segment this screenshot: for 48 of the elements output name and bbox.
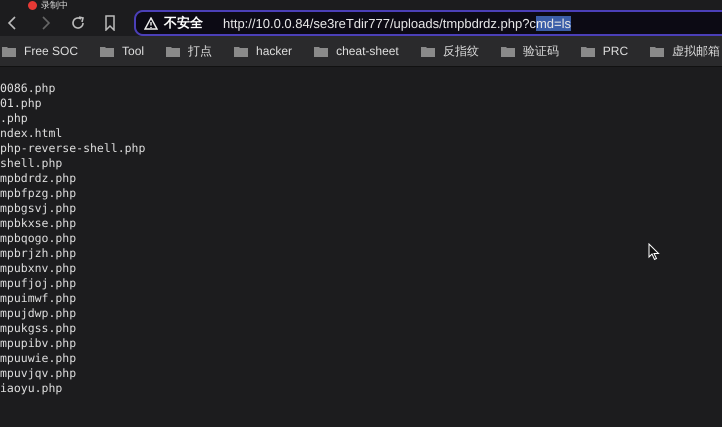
url-text: http://10.0.0.84/se3reTdir777/uploads/tmpbdrdz.php?cmd=ls: [223, 16, 571, 30]
bookmark-item[interactable]: 反指纹: [420, 42, 479, 60]
file-name: mpufjoj.php: [0, 276, 76, 291]
file-name: mpuvjqv.php: [0, 366, 76, 381]
bookmark-item[interactable]: Tool: [100, 44, 144, 58]
file-name: .php: [0, 111, 28, 126]
folder-icon: [650, 46, 664, 56]
file-name: mpbgsvj.php: [0, 201, 76, 216]
file-name: mpujdwp.php: [0, 306, 76, 321]
recording-label: 录制中: [41, 0, 68, 10]
file-name: mpuuwie.php: [0, 351, 76, 366]
folder-icon: [580, 46, 595, 56]
file-name: 0086.php: [0, 81, 56, 96]
file-name: mpbkxse.php: [0, 216, 76, 231]
file-name: shell.php: [0, 156, 62, 171]
bookmark-item[interactable]: Free SOC: [2, 44, 78, 58]
bookmark-item[interactable]: cheat-sheet: [314, 44, 399, 58]
file-name: mpbqogo.php: [0, 231, 76, 246]
folder-icon: [100, 46, 114, 56]
file-name: mpubxnv.php: [0, 261, 76, 276]
file-name: php-reverse-shell.php: [0, 141, 146, 156]
recording-dot-icon: [28, 1, 37, 10]
folder-icon: [420, 46, 435, 56]
bookmark-item[interactable]: hacker: [234, 44, 292, 58]
warning-icon: [144, 16, 158, 30]
reload-icon[interactable]: [70, 15, 86, 31]
file-name: mpbfpzg.php: [0, 186, 76, 201]
folder-icon: [2, 46, 16, 56]
file-name: mpupibv.php: [0, 336, 76, 351]
file-name: ndex.html: [0, 126, 62, 141]
address-bar[interactable]: 不安全 http://10.0.0.84/se3reTdir777/uploads/tmpbdrdz.php?cmd=ls: [134, 10, 722, 36]
file-name: mpukgss.php: [0, 321, 76, 336]
file-name: mpbdrdz.php: [0, 171, 76, 186]
file-name: mpuimwf.php: [0, 291, 76, 306]
bookmark-icon[interactable]: [104, 15, 116, 31]
bookmark-item[interactable]: 虚拟邮箱: [650, 42, 720, 60]
folder-icon: [314, 46, 328, 56]
security-label: 不安全: [164, 14, 203, 32]
folder-icon: [500, 46, 515, 56]
folder-icon: [166, 46, 180, 56]
folder-icon: [234, 46, 248, 56]
mouse-cursor-icon: [648, 243, 660, 261]
bookmark-item[interactable]: 打点: [166, 42, 212, 60]
bookmark-item[interactable]: PRC: [580, 44, 628, 58]
file-name: iaoyu.php: [0, 381, 62, 396]
file-name: 01.php: [0, 96, 42, 111]
bookmark-item[interactable]: 验证码: [500, 42, 559, 60]
file-name: mpbrjzh.php: [0, 246, 76, 261]
